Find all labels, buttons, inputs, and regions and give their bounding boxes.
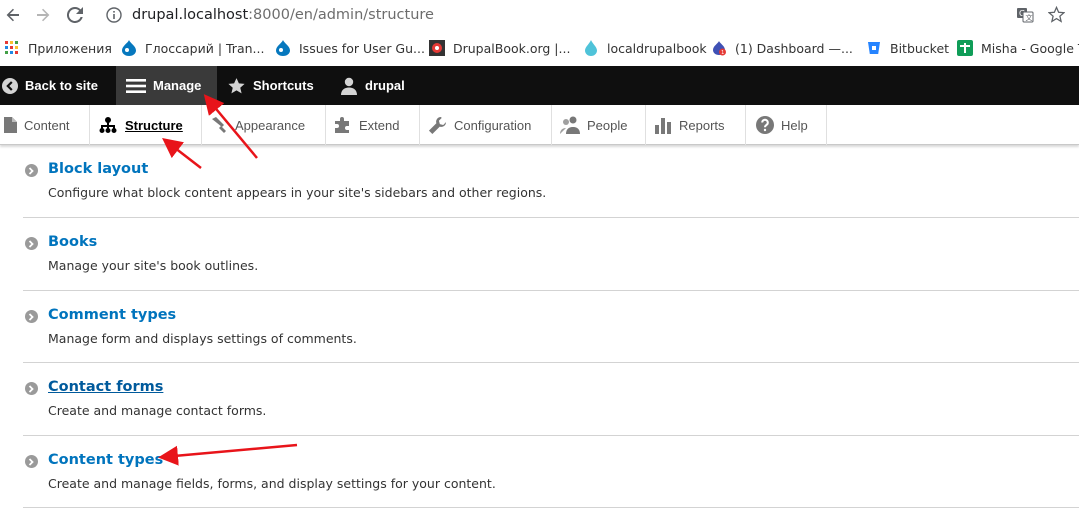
drupal-drop-icon	[275, 40, 291, 56]
admin-toolbar: Back to site Manage Shortcuts drupal	[0, 66, 1079, 105]
tray-configuration[interactable]: Configuration	[420, 105, 552, 145]
tray-structure[interactable]: Structure	[90, 105, 202, 145]
item-description: Create and manage fields, forms, and dis…	[48, 476, 496, 491]
help-icon	[756, 116, 774, 134]
bookmark-google-tasks[interactable]: Misha - Google Ta	[957, 39, 1079, 57]
tray-structure-label: Structure	[125, 117, 183, 133]
paintbrush-icon	[212, 117, 226, 133]
back-to-site-label: Back to site	[25, 78, 98, 93]
bookmark-label: Глоссарий | Tran...	[145, 40, 265, 56]
bookmark-dashboard[interactable]: 1 (1) Dashboard —...	[711, 39, 853, 57]
list-item: Contact forms Create and manage contact …	[23, 363, 1079, 436]
user-label: drupal	[365, 78, 405, 93]
bookmark-apps[interactable]: Приложения	[4, 39, 112, 57]
bookmark-label: (1) Dashboard —...	[735, 40, 853, 56]
admin-tray: Content Structure Appearance Extend Conf…	[0, 105, 1079, 145]
tray-configuration-label: Configuration	[454, 117, 532, 133]
google-tasks-icon	[957, 40, 973, 56]
tray-help-label: Help	[781, 117, 808, 133]
info-icon[interactable]	[106, 7, 122, 27]
back-arrow-icon[interactable]	[4, 6, 22, 24]
tray-reports-label: Reports	[679, 117, 725, 133]
manage-label: Manage	[153, 78, 202, 93]
tray-extend[interactable]: Extend	[326, 105, 420, 145]
svg-text:文: 文	[1026, 13, 1033, 22]
wrench-icon	[428, 116, 447, 134]
tray-appearance-label: Appearance	[235, 117, 306, 133]
back-circle-icon	[2, 77, 18, 94]
drupal-drop-icon	[121, 40, 137, 56]
tray-reports[interactable]: Reports	[646, 105, 746, 145]
apps-grid-icon	[4, 40, 20, 56]
bitbucket-icon	[866, 40, 882, 56]
block-layout-link[interactable]: Block layout	[48, 161, 148, 177]
user-icon	[341, 77, 357, 95]
hamburger-icon	[126, 78, 146, 93]
tray-people-label: People	[587, 117, 628, 133]
bar-chart-icon	[655, 118, 671, 134]
svg-text:1: 1	[721, 50, 724, 56]
bookmark-issues[interactable]: Issues for User Gu...	[275, 39, 425, 57]
bookmarks-bar: Приложения Глоссарий | Tran... Issues fo…	[0, 30, 1079, 66]
document-icon	[4, 117, 17, 133]
sitemap-icon	[99, 117, 117, 133]
item-description: Manage your site's book outlines.	[48, 258, 259, 273]
bookmark-bitbucket[interactable]: Bitbucket	[866, 39, 949, 57]
item-description: Manage form and displays settings of com…	[48, 331, 357, 346]
tray-extend-label: Extend	[359, 117, 400, 133]
bookmark-label: localdrupalbook	[607, 40, 707, 56]
books-link[interactable]: Books	[48, 234, 97, 250]
item-description: Create and manage contact forms.	[48, 403, 267, 418]
list-item: Block layout Configure what block conten…	[23, 146, 1079, 218]
bookmark-localdrupalbook[interactable]: localdrupalbook	[583, 39, 707, 57]
chevron-right-icon	[25, 382, 38, 395]
bookmark-drupalbook[interactable]: DrupalBook.org |...	[429, 39, 570, 57]
people-icon	[560, 116, 580, 134]
bookmark-label: DrupalBook.org |...	[453, 40, 571, 56]
content-types-link[interactable]: Content types	[48, 452, 163, 468]
puzzle-icon	[335, 117, 349, 133]
manage-tab[interactable]: Manage	[116, 66, 217, 105]
comment-types-link[interactable]: Comment types	[48, 307, 176, 323]
shortcuts-label: Shortcuts	[253, 78, 314, 93]
bookmark-label: Bitbucket	[890, 40, 950, 56]
back-to-site-link[interactable]: Back to site	[2, 66, 112, 105]
chevron-right-icon	[25, 164, 38, 177]
contact-forms-link[interactable]: Contact forms	[48, 379, 163, 395]
bookmark-label: Приложения	[28, 40, 112, 56]
user-tab[interactable]: drupal	[340, 66, 405, 105]
list-item: Content types Create and manage fields, …	[23, 436, 1079, 508]
bookmark-label: Misha - Google Ta	[981, 40, 1079, 56]
chevron-right-icon	[25, 310, 38, 323]
bookmark-label: Issues for User Gu...	[299, 40, 425, 56]
drupalbook-icon	[429, 40, 445, 56]
url-path: :8000/en/admin/structure	[248, 7, 434, 23]
tray-people[interactable]: People	[552, 105, 646, 145]
bookmark-star-icon[interactable]	[1047, 5, 1066, 27]
bookmark-glossary[interactable]: Глоссарий | Tran...	[121, 39, 264, 57]
tray-help[interactable]: Help	[746, 105, 827, 145]
list-item: Comment types Manage form and displays s…	[23, 291, 1079, 363]
tray-content[interactable]: Content	[0, 105, 90, 145]
chevron-right-icon	[25, 237, 38, 250]
water-drop-icon	[583, 40, 599, 56]
tray-content-label: Content	[24, 117, 70, 133]
star-icon	[228, 77, 245, 93]
translate-icon[interactable]: G文	[1016, 7, 1034, 27]
shortcuts-tab[interactable]: Shortcuts	[227, 66, 314, 105]
forward-arrow-icon[interactable]	[34, 6, 52, 24]
item-description: Configure what block content appears in …	[48, 185, 547, 200]
chevron-right-icon	[25, 455, 38, 468]
list-item: Books Manage your site's book outlines.	[23, 218, 1079, 291]
dashboard-icon: 1	[711, 40, 727, 56]
url-field[interactable]: drupal.localhost:8000/en/admin/structure	[132, 6, 434, 24]
reload-icon[interactable]	[66, 6, 84, 24]
tray-appearance[interactable]: Appearance	[202, 105, 326, 145]
url-host: drupal.localhost	[132, 7, 249, 23]
structure-admin-list: Block layout Configure what block conten…	[23, 146, 1079, 508]
browser-address-bar: drupal.localhost:8000/en/admin/structure…	[0, 0, 1079, 30]
